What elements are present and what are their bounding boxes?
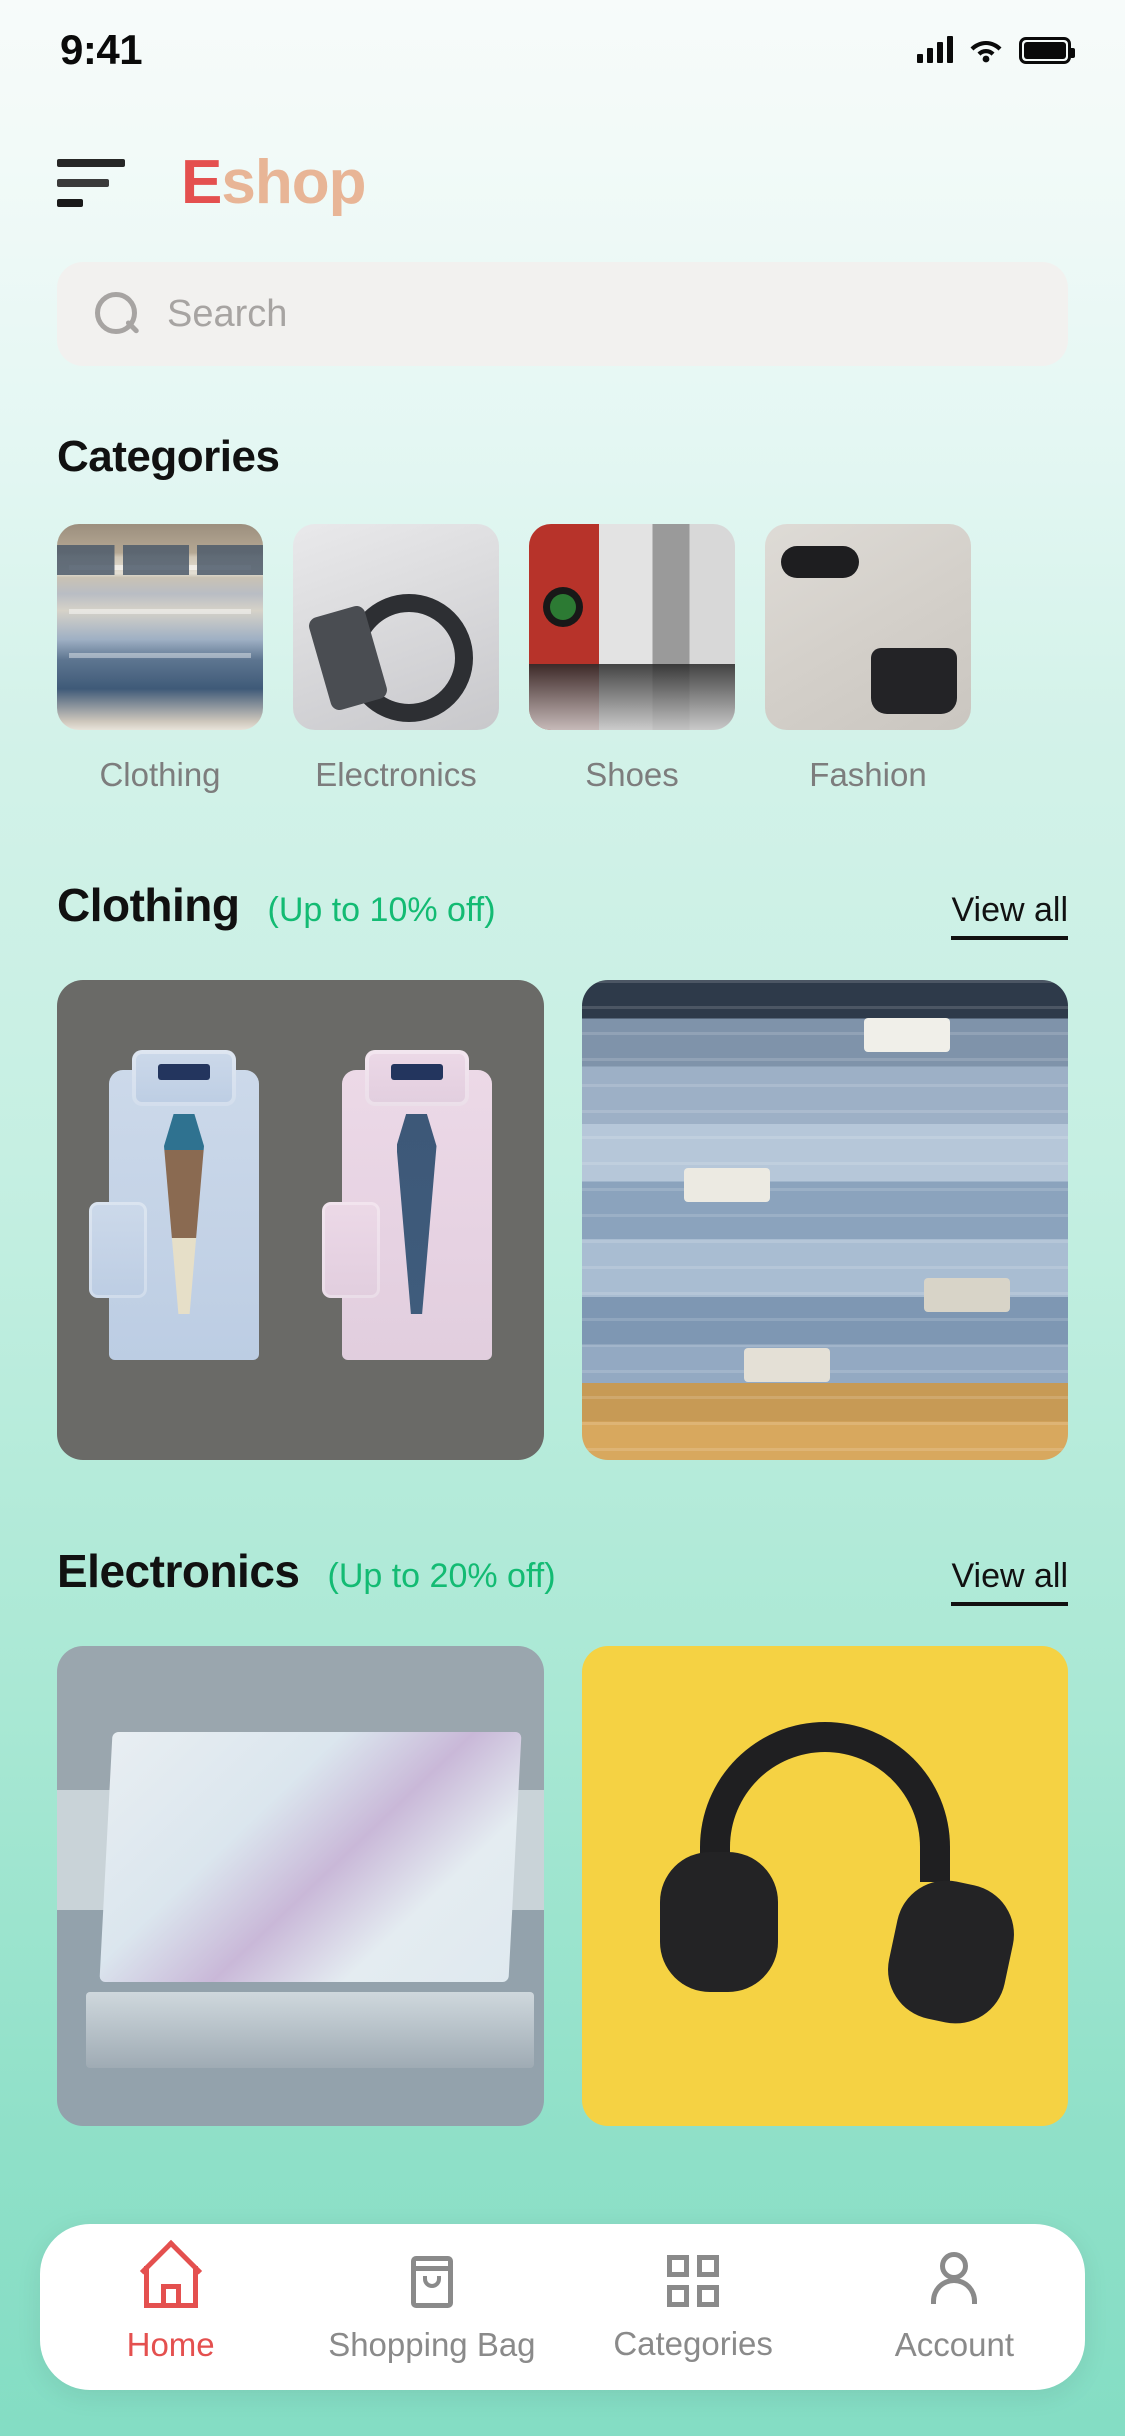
electronics-product-list	[0, 1646, 1125, 2126]
nav-item-shopping-bag[interactable]: Shopping Bag	[301, 2250, 562, 2364]
search-section: Search	[0, 214, 1125, 366]
nav-label: Categories	[613, 2325, 773, 2362]
category-label: Fashion	[809, 756, 927, 793]
section-discount: (Up to 10% off)	[267, 891, 496, 929]
category-item-shoes[interactable]: Shoes	[529, 524, 735, 794]
clothing-store-rack-image	[57, 524, 263, 730]
view-all-clothing-link[interactable]: View all	[951, 891, 1068, 940]
home-icon	[140, 2250, 202, 2308]
shopping-bag-icon	[401, 2250, 463, 2308]
clothing-section-header: Clothing (Up to 10% off) View all	[0, 878, 1125, 940]
shirt-brand-tab	[158, 1064, 210, 1080]
shirt-pink	[321, 1050, 492, 1360]
wifi-icon	[970, 41, 1002, 63]
accessories-flatlay-image	[765, 524, 971, 730]
shirt-cuff	[89, 1202, 147, 1298]
view-all-electronics-link[interactable]: View all	[951, 1557, 1068, 1606]
hamburger-menu-icon[interactable]	[57, 159, 125, 207]
status-bar-icons	[917, 36, 1075, 64]
tie-brown	[164, 1114, 204, 1314]
search-input[interactable]: Search	[57, 262, 1068, 366]
category-label: Clothing	[99, 756, 221, 793]
categories-title: Categories	[57, 432, 280, 481]
category-label: Shoes	[585, 756, 679, 793]
dress-shirts-with-ties-image[interactable]	[57, 980, 544, 1460]
shirt-brand-tab	[390, 1064, 443, 1080]
headphone-earcup-left	[659, 1852, 778, 1992]
categories-heading-row: Categories	[0, 366, 1125, 482]
electronics-section-header: Electronics (Up to 20% off) View all	[0, 1544, 1125, 1606]
tie-navy	[396, 1114, 437, 1314]
status-bar: 9:41	[0, 0, 1125, 100]
nav-label: Shopping Bag	[328, 2326, 536, 2363]
nav-item-categories[interactable]: Categories	[563, 2251, 824, 2363]
section-title: Electronics	[57, 1545, 300, 1597]
category-item-fashion[interactable]: Fashion	[765, 524, 971, 794]
nav-label: Account	[894, 2326, 1014, 2363]
search-icon	[95, 292, 139, 336]
search-placeholder: Search	[167, 292, 288, 335]
headphones-phone-desk-image	[293, 524, 499, 730]
category-label: Electronics	[315, 756, 477, 793]
status-bar-time: 9:41	[60, 26, 143, 73]
nav-item-account[interactable]: Account	[824, 2250, 1085, 2364]
nav-item-home[interactable]: Home	[40, 2250, 301, 2364]
logo-rest: shop	[221, 148, 366, 217]
grid-icon	[667, 2255, 720, 2307]
stacked-jeans-image[interactable]	[581, 980, 1068, 1460]
shirt-blue	[89, 1050, 259, 1360]
categories-list: Clothing Electronics Shoes Fashion	[0, 482, 1125, 794]
battery-full-icon	[1019, 36, 1075, 64]
app-logo[interactable]: Eshop	[181, 152, 366, 214]
user-icon	[923, 2250, 985, 2308]
laptop-on-desk-image[interactable]	[57, 1646, 544, 2126]
bottom-navigation-bar: Home Shopping Bag Categories Account	[40, 2224, 1085, 2390]
section-title: Clothing	[57, 879, 240, 931]
clothing-product-list	[0, 980, 1125, 1460]
category-item-clothing[interactable]: Clothing	[57, 524, 263, 794]
app-header: Eshop	[0, 100, 1125, 214]
sneakers-row-image	[529, 524, 735, 730]
nav-label: Home	[126, 2326, 215, 2363]
category-item-electronics[interactable]: Electronics	[293, 524, 499, 794]
headphone-earcup-right	[878, 1871, 1024, 2033]
cellular-signal-icon	[917, 36, 953, 63]
logo-first-letter: E	[181, 148, 222, 217]
section-discount: (Up to 20% off)	[327, 1557, 556, 1595]
shirt-cuff	[321, 1202, 380, 1298]
headphones-yellow-background-image[interactable]	[581, 1646, 1068, 2126]
